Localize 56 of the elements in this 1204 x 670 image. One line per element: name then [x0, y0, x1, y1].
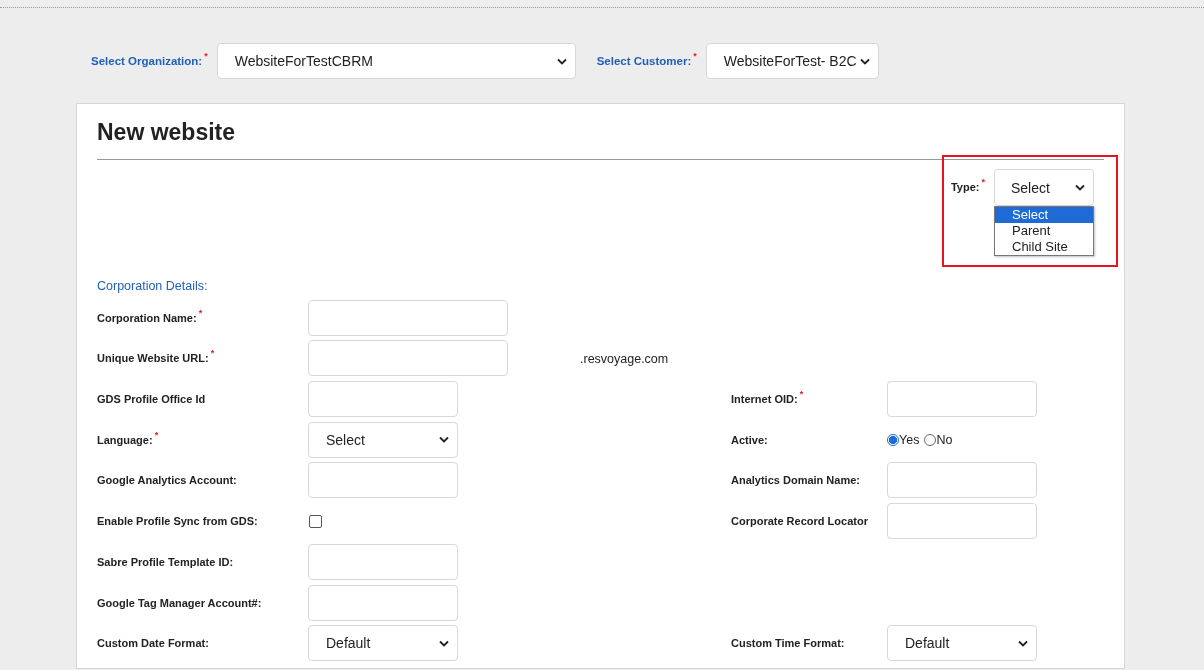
- section-title: Corporation Details:: [97, 279, 209, 295]
- field-label: Custom Date Format:: [97, 637, 209, 650]
- url-suffix: .resvoyage.com: [580, 352, 669, 367]
- required-marker: *: [210, 348, 215, 359]
- dropdown[interactable]: WebsiteForTest- B2C: [705, 43, 879, 79]
- field-label: Analytics Domain Name:: [731, 474, 860, 487]
- chevron-down-icon: [859, 57, 870, 65]
- required-marker: *: [154, 429, 159, 440]
- field-label: Custom Time Format:: [731, 637, 845, 650]
- chevron-down-icon: [556, 57, 567, 65]
- dropdown[interactable]: Select: [308, 421, 458, 458]
- radio-label: Yes: [899, 432, 920, 447]
- field-label: Language:: [97, 433, 153, 446]
- input-field[interactable]: [887, 503, 1037, 540]
- required-marker: *: [799, 389, 804, 400]
- field-label: Google Tag Manager Account#:: [97, 596, 262, 609]
- field-label: Google Analytics Account:: [97, 474, 237, 487]
- page-title: New website: [97, 118, 237, 147]
- checkbox[interactable]: [309, 514, 322, 528]
- input-field[interactable]: [308, 381, 458, 418]
- required-marker: *: [204, 51, 208, 61]
- chevron-down-icon: [439, 436, 449, 444]
- dropdown[interactable]: Select: [994, 169, 1094, 206]
- dropdown[interactable]: WebsiteForTestCBRM: [216, 43, 576, 79]
- field-label: Internet OID:: [731, 393, 798, 406]
- chevron-down-icon: [1018, 639, 1028, 647]
- field-label: Enable Profile Sync from GDS:: [97, 515, 258, 528]
- input-field[interactable]: [308, 584, 458, 621]
- required-marker: *: [693, 51, 697, 61]
- input-field[interactable]: [308, 462, 458, 499]
- radio-label: No: [936, 432, 953, 447]
- dropdown-option[interactable]: Parent: [995, 223, 1093, 239]
- field-label: Type:: [950, 181, 980, 193]
- required-marker: *: [981, 177, 985, 187]
- field-label: Sabre Profile Template ID:: [97, 555, 234, 568]
- required-marker: *: [198, 307, 203, 318]
- radio-button[interactable]: [887, 433, 899, 446]
- chevron-down-icon: [439, 639, 449, 647]
- dropdown-option[interactable]: Select: [995, 207, 1093, 223]
- field-label: Unique Website URL:: [97, 352, 209, 365]
- dropdown[interactable]: Default: [887, 625, 1037, 662]
- field-label: Corporation Name:: [97, 311, 197, 324]
- input-field[interactable]: [887, 381, 1037, 418]
- input-field[interactable]: [308, 299, 508, 336]
- input-field[interactable]: [308, 543, 458, 580]
- input-field[interactable]: [887, 462, 1037, 499]
- dropdown-option[interactable]: Child Site: [995, 239, 1093, 255]
- radio-button[interactable]: [924, 433, 937, 446]
- field-label: Active:: [731, 433, 768, 446]
- input-field[interactable]: [308, 340, 508, 377]
- field-label: GDS Profile Office Id: [97, 393, 206, 406]
- field-label: Select Customer:: [596, 55, 692, 67]
- dropdown[interactable]: Default: [308, 625, 458, 662]
- chevron-down-icon: [1075, 184, 1085, 191]
- field-label: Select Organization:: [91, 55, 203, 67]
- field-label: Corporate Record Locator: [731, 515, 868, 528]
